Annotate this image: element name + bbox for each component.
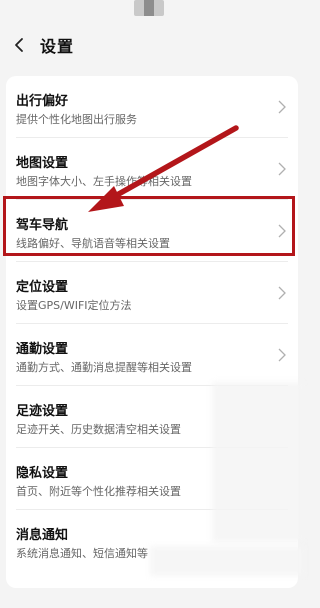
settings-item-title: 足迹设置 xyxy=(16,404,69,419)
settings-item-title: 出行偏好 xyxy=(16,94,69,109)
chevron-right-icon xyxy=(278,348,286,362)
settings-item-subtitle: 地图字体大小、左手操作等相关设置 xyxy=(16,175,192,188)
header: 设置 xyxy=(0,22,304,68)
settings-item-subtitle: 系统消息通知、短信通知等 xyxy=(16,547,148,560)
bottom-strip xyxy=(0,590,304,608)
settings-item-title: 驾车导航 xyxy=(16,218,69,233)
chevron-right-icon xyxy=(278,224,286,238)
status-bar xyxy=(0,0,304,22)
settings-item-subtitle: 线路偏好、导航语音等相关设置 xyxy=(16,237,170,250)
blurred-overlay xyxy=(212,382,304,542)
settings-item-subtitle: 足迹开关、历史数据清空相关设置 xyxy=(16,423,181,436)
settings-item-subtitle: 提供个性化地图出行服务 xyxy=(16,113,137,126)
chevron-right-icon xyxy=(278,286,286,300)
settings-item-map-settings[interactable]: 地图设置 地图字体大小、左手操作等相关设置 xyxy=(6,138,298,200)
settings-item-title: 通勤设置 xyxy=(16,342,69,357)
blurred-overlay xyxy=(150,546,304,576)
settings-item-commute[interactable]: 通勤设置 通勤方式、通勤消息提醒等相关设置 xyxy=(6,324,298,386)
chevron-right-icon xyxy=(278,162,286,176)
settings-item-location[interactable]: 定位设置 设置GPS/WIFI定位方法 xyxy=(6,262,298,324)
settings-item-title: 隐私设置 xyxy=(16,466,69,481)
settings-item-title: 消息通知 xyxy=(16,528,69,543)
settings-item-subtitle: 通勤方式、通勤消息提醒等相关设置 xyxy=(16,361,192,374)
settings-item-subtitle: 设置GPS/WIFI定位方法 xyxy=(16,299,132,312)
settings-item-travel-preference[interactable]: 出行偏好 提供个性化地图出行服务 xyxy=(6,76,298,138)
status-indicator-icon xyxy=(134,0,164,16)
settings-item-subtitle: 首页、附近等个性化推荐相关设置 xyxy=(16,485,181,498)
settings-item-title: 地图设置 xyxy=(16,156,69,171)
settings-item-driving-navigation[interactable]: 驾车导航 线路偏好、导航语音等相关设置 xyxy=(6,200,298,262)
back-arrow-icon[interactable] xyxy=(6,32,32,58)
settings-item-title: 定位设置 xyxy=(16,280,69,295)
chevron-right-icon xyxy=(278,100,286,114)
page-title: 设置 xyxy=(40,37,75,56)
